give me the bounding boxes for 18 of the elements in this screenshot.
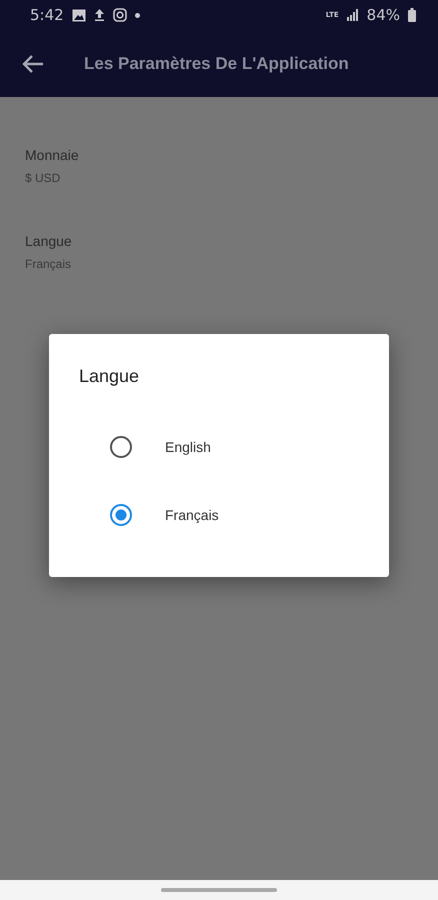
image-icon: [72, 8, 86, 22]
radio-button[interactable]: [109, 435, 133, 459]
option-label[interactable]: Français: [165, 507, 219, 523]
back-arrow-icon[interactable]: [22, 54, 44, 72]
battery-icon: [408, 8, 416, 22]
status-time: 5:42: [30, 6, 64, 24]
setting-value: Français: [25, 257, 72, 271]
option-label[interactable]: English: [165, 439, 211, 455]
upload-icon: [94, 9, 105, 21]
dot-icon: [134, 12, 140, 18]
page-title: Les Paramètres De L'Application: [84, 54, 349, 74]
battery-percent: 84%: [366, 6, 400, 24]
radio-button[interactable]: [109, 503, 133, 527]
signal-icon: [346, 9, 359, 21]
camera-icon: [112, 8, 127, 22]
home-handle[interactable]: [161, 888, 277, 892]
setting-value: $ USD: [25, 171, 62, 185]
dialog-title: Langue: [79, 366, 140, 387]
